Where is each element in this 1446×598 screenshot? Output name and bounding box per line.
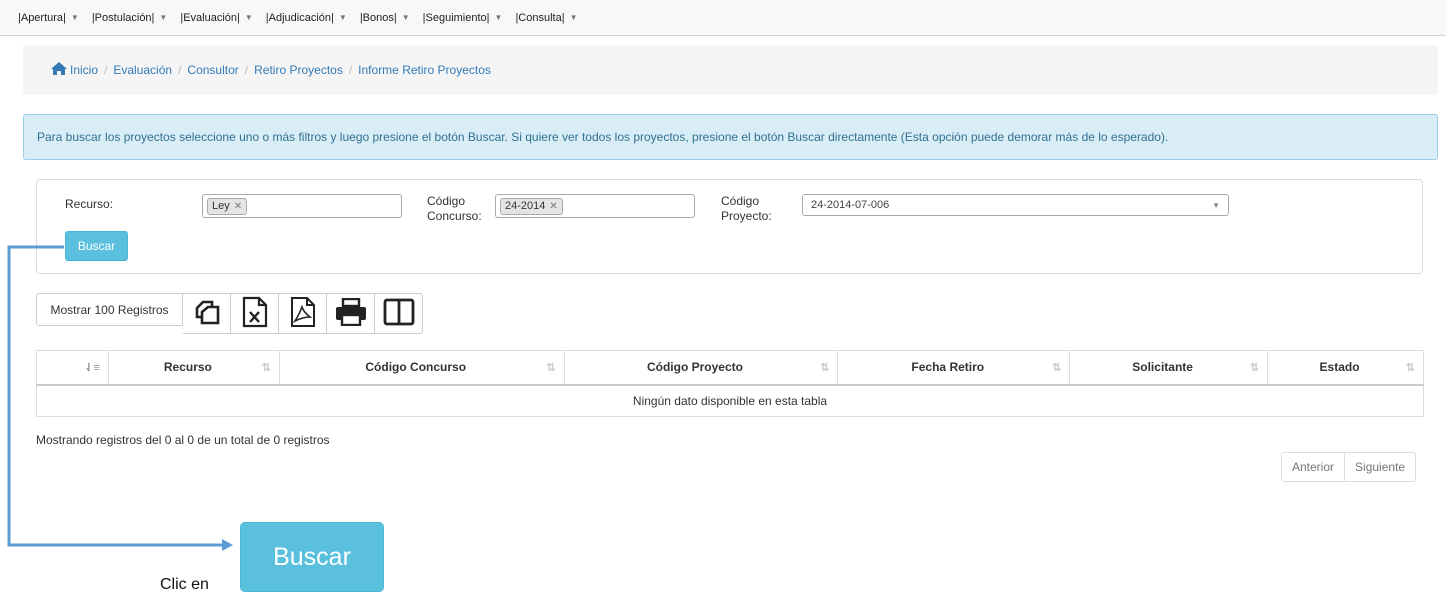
filter-panel: Recurso: Ley ✕ Código Concurso: 24-2014 ✕ C…	[36, 179, 1423, 274]
home-icon[interactable]	[51, 62, 67, 78]
table-header-row: ⇃≡ Recurso ⇅ Código Concurso ⇅ Código Proy…	[36, 350, 1424, 386]
chevron-down-icon: ▼	[401, 13, 410, 22]
info-alert-text: Para buscar los proyectos seleccione uno…	[37, 130, 1169, 144]
menu-evaluacion[interactable]: |Evaluación| ▼	[180, 12, 252, 24]
sort-icon: ⇅	[820, 362, 830, 374]
excel-icon	[242, 296, 268, 331]
breadcrumb: Inicio / Evaluación / Consultor / Retiro…	[23, 45, 1438, 95]
menu-postulacion[interactable]: |Postulación| ▼	[92, 12, 168, 24]
export-toolbar: Mostrar 100 Registros	[36, 293, 423, 334]
codigo-proyecto-label-line2: Proyecto:	[721, 209, 772, 223]
column-header-codigo-proyecto[interactable]: Código Proyecto ⇅	[563, 350, 839, 386]
chevron-down-icon: ▼	[70, 13, 79, 22]
copy-button[interactable]	[183, 293, 231, 334]
show-records-label: Mostrar 100 Registros	[50, 302, 169, 317]
column-header-estado[interactable]: Estado ⇅	[1267, 350, 1424, 386]
pdf-icon	[290, 296, 316, 331]
arrow-right-icon	[222, 539, 233, 551]
breadcrumb-evaluacion[interactable]: Evaluación	[113, 63, 172, 77]
column-header-label: Estado	[1319, 360, 1360, 375]
column-header-label: Código Concurso	[365, 360, 467, 375]
codigo-proyecto-value: 24-2014-07-006	[811, 199, 890, 211]
column-header-label: Fecha Retiro	[911, 360, 985, 375]
buscar-button[interactable]: Buscar	[65, 231, 128, 261]
remove-tag-icon[interactable]: ✕	[234, 201, 242, 212]
table-info: Mostrando registros del 0 al 0 de un tot…	[36, 433, 330, 447]
menu-seguimiento-label: |Seguimiento|	[422, 11, 490, 24]
menu-bonos-label: |Bonos|	[359, 11, 397, 24]
codigo-proyecto-select[interactable]: 24-2014-07-006 ▼	[802, 194, 1229, 216]
column-header-recurso[interactable]: Recurso ⇅	[107, 350, 280, 386]
info-alert: Para buscar los proyectos seleccione uno…	[23, 114, 1438, 160]
menu-apertura-label: |Apertura|	[18, 11, 66, 24]
sort-icon: ⇅	[546, 362, 556, 374]
next-page-button[interactable]: Siguiente	[1345, 452, 1417, 482]
chevron-down-icon: ▼	[159, 13, 168, 22]
top-menu-bar: |Apertura| ▼ |Postulación| ▼ |Evaluación| ▼…	[0, 0, 1446, 36]
column-header-solicitante[interactable]: Solicitante ⇅	[1069, 350, 1269, 386]
concurso-tag-label: 24-2014	[505, 200, 546, 212]
breadcrumb-separator: /	[244, 63, 249, 77]
menu-seguimiento[interactable]: |Seguimiento| ▼	[423, 12, 503, 24]
breadcrumb-retiro-proyectos[interactable]: Retiro Proyectos	[254, 63, 343, 77]
results-table: ⇃≡ Recurso ⇅ Código Concurso ⇅ Código Proy…	[36, 350, 1424, 417]
menu-evaluacion-label: |Evaluación|	[180, 11, 240, 24]
sort-icon: ⇅	[1405, 362, 1415, 374]
print-icon	[335, 297, 367, 329]
column-header-label: Código Proyecto	[646, 360, 743, 375]
recurso-tag-label: Ley	[212, 200, 230, 212]
codigo-proyecto-label: Código Proyecto:	[721, 194, 772, 224]
recurso-select[interactable]: Ley ✕	[202, 194, 402, 218]
empty-table-message: Ningún dato disponible en esta tabla	[36, 384, 1424, 417]
pdf-button[interactable]	[279, 293, 327, 334]
menu-consulta-label: |Consulta|	[515, 11, 565, 24]
columns-icon	[383, 298, 415, 329]
annotation-buscar-image: Buscar	[240, 522, 384, 592]
recurso-label: Recurso:	[65, 197, 114, 211]
column-header-codigo-concurso[interactable]: Código Concurso ⇅	[278, 350, 565, 386]
chevron-down-icon: ▼	[338, 13, 347, 22]
codigo-concurso-label-line1: Código	[427, 194, 466, 208]
column-header-fecha-retiro[interactable]: Fecha Retiro ⇅	[837, 350, 1071, 386]
copy-icon	[192, 297, 222, 330]
breadcrumb-informe-retiro[interactable]: Informe Retiro Proyectos	[358, 63, 491, 77]
column-header-label: Solicitante	[1132, 360, 1193, 375]
codigo-concurso-label: Código Concurso:	[427, 194, 482, 224]
menu-apertura[interactable]: |Apertura| ▼	[18, 12, 79, 24]
chevron-down-icon: ▼	[244, 13, 253, 22]
breadcrumb-separator: /	[104, 63, 108, 77]
breadcrumb-inicio[interactable]: Inicio	[70, 63, 98, 77]
print-button[interactable]	[327, 293, 375, 334]
columns-button[interactable]	[375, 293, 423, 334]
codigo-concurso-select[interactable]: 24-2014 ✕	[495, 194, 695, 218]
menu-consulta[interactable]: |Consulta| ▼	[515, 12, 577, 24]
menu-postulacion-label: |Postulación|	[91, 11, 155, 24]
previous-page-button[interactable]: Anterior	[1281, 452, 1346, 482]
column-header-index[interactable]: ⇃≡	[36, 350, 109, 386]
annotation-caption: Clic en	[160, 576, 209, 593]
sort-icon: ⇅	[261, 362, 271, 374]
menu-adjudicacion-label: |Adjudicación|	[265, 11, 334, 24]
excel-button[interactable]	[231, 293, 279, 334]
chevron-down-icon: ▼	[1212, 200, 1220, 210]
remove-tag-icon[interactable]: ✕	[549, 201, 557, 212]
breadcrumb-consultor[interactable]: Consultor	[187, 63, 238, 77]
sort-icon: ⇅	[1051, 362, 1062, 374]
breadcrumb-separator: /	[348, 63, 353, 77]
chevron-down-icon: ▼	[569, 13, 578, 22]
codigo-concurso-label-line2: Concurso:	[427, 209, 482, 223]
column-header-label: Recurso	[163, 360, 212, 375]
sort-icon: ⇅	[1249, 362, 1260, 374]
table-row: Ningún dato disponible en esta tabla	[36, 384, 1424, 417]
breadcrumb-separator: /	[178, 63, 182, 77]
concurso-tag: 24-2014 ✕	[500, 197, 563, 215]
recurso-tag: Ley ✕	[207, 197, 248, 215]
menu-bonos[interactable]: |Bonos| ▼	[360, 12, 410, 24]
chevron-down-icon: ▼	[494, 13, 503, 22]
pagination: Anterior Siguiente	[1281, 452, 1417, 482]
codigo-proyecto-label-line1: Código	[721, 194, 760, 208]
sort-asc-icon: ⇃≡	[84, 362, 100, 374]
show-records-button[interactable]: Mostrar 100 Registros	[36, 293, 183, 326]
menu-adjudicacion[interactable]: |Adjudicación| ▼	[266, 12, 347, 24]
